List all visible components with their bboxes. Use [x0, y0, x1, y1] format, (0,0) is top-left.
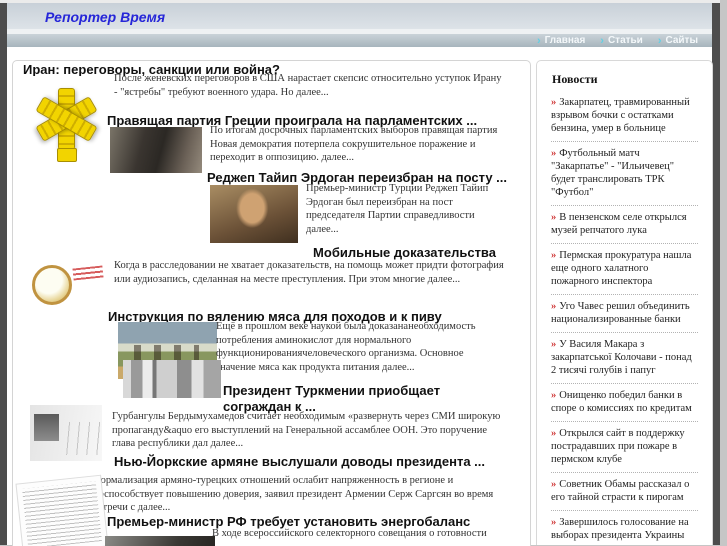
nav-item-articles[interactable]: › Статьи — [600, 34, 643, 47]
news-item-text: Футбольный матч "Закарпатье" - "Ильичеве… — [551, 148, 675, 198]
news-item[interactable]: » В пензенском селе открылся музей репчат… — [551, 206, 698, 244]
nav-item-label: Главная — [544, 34, 586, 46]
article-excerpt: Гурбангулы Бердымухамедов считает необхо… — [112, 411, 501, 449]
news-item[interactable]: » Пермская прокуратура нашла еще одного х… — [551, 244, 698, 295]
main-nav: › Главная › Статьи › Сайты — [7, 34, 712, 47]
double-arrow-icon: » — [551, 339, 557, 350]
article-excerpt: Премьер-министр Турции Реджеп Тайип Эрдо… — [306, 183, 489, 235]
news-sidebar: Новости » Закарпатец, травмированный взры… — [536, 60, 713, 545]
news-item[interactable]: » Футбольный матч "Закарпатье" - "Ильичев… — [551, 142, 698, 206]
news-item[interactable]: » Онищенко победил банки в споре о комисс… — [551, 384, 698, 422]
double-arrow-icon: » — [551, 148, 557, 159]
news-item[interactable]: » Завершилось голосование на выборах през… — [551, 511, 698, 545]
nav-item-label: Сайты — [665, 34, 699, 46]
yellow-asterisk-watch-photo[interactable] — [29, 76, 103, 162]
article-excerpt: После женевских переговоров в США нараст… — [114, 73, 502, 98]
double-arrow-icon: » — [551, 212, 557, 223]
news-item[interactable]: » Уго Чавес решил объединить национализир… — [551, 295, 698, 333]
presentation-room-photo[interactable] — [30, 405, 102, 461]
double-arrow-icon: » — [551, 428, 557, 439]
chevron-right-icon: › — [657, 34, 662, 47]
article-excerpt: Ещё в прошлом веке наукой была доказанан… — [216, 321, 476, 373]
double-arrow-icon: » — [551, 479, 557, 490]
news-item-text: Советник Обамы рассказал о его тайной ст… — [551, 479, 690, 503]
news-item[interactable]: » У Василя Макара з закарпатської Колочав… — [551, 333, 698, 384]
chevron-right-icon: › — [536, 34, 541, 47]
sidebar-title: Новости — [552, 72, 598, 86]
news-item-text: В пензенском селе открылся музей репчато… — [551, 212, 687, 236]
double-arrow-icon: » — [551, 301, 557, 312]
window-right-gutter — [720, 0, 727, 545]
article-title[interactable]: Нью-Йоркские армяне выслушали доводы пре… — [114, 454, 485, 470]
nav-item-label: Статьи — [607, 34, 643, 46]
window-left-edge — [0, 3, 7, 545]
double-arrow-icon: » — [551, 250, 557, 261]
news-item[interactable]: » Открылся сайт в поддержку пострадавших … — [551, 422, 698, 473]
turkmenistan-buildings-photo[interactable] — [123, 360, 221, 398]
news-item-text: У Василя Макара з закарпатської Колочави… — [551, 339, 692, 376]
article-excerpt: В ходе всероссийского селекторного совещ… — [212, 528, 487, 539]
article-excerpt: По итогам досрочных парламентских выборо… — [210, 125, 498, 163]
double-arrow-icon: » — [551, 97, 557, 108]
news-item[interactable]: » Закарпатец, травмированный взрывом бочк… — [551, 91, 698, 142]
article-excerpt: Нормализация армяно-турецких отношений о… — [93, 475, 494, 513]
news-item-text: Пермская прокуратура нашла еще одного ха… — [551, 250, 692, 287]
news-item-text: Уго Чавес решил объединить национализиро… — [551, 301, 690, 325]
news-item-text: Онищенко победил банки в споре о комисси… — [551, 390, 692, 414]
chevron-right-icon: › — [600, 34, 604, 47]
photo-detail — [72, 265, 104, 281]
double-arrow-icon: » — [551, 517, 557, 528]
photo-detail — [57, 148, 77, 162]
handwritten-note-photo[interactable] — [15, 474, 109, 546]
article-excerpt: Когда в расследовании не хватает доказат… — [114, 260, 504, 285]
site-logo[interactable]: Репортер Время — [45, 9, 165, 25]
double-arrow-icon: » — [551, 390, 557, 401]
news-item[interactable]: » Советник Обамы рассказал о его тайной с… — [551, 473, 698, 511]
window-right-edge — [712, 3, 720, 545]
news-item-text: Завершилось голосование на выборах прези… — [551, 517, 689, 541]
nav-item-home[interactable]: › Главная — [536, 34, 586, 47]
greece-street-photo[interactable] — [110, 127, 202, 173]
news-item-text: Закарпатец, травмированный взрывом бочки… — [551, 97, 690, 134]
erdogan-portrait-photo[interactable] — [210, 185, 298, 243]
articles-panel: Иран: переговоры, санкции или война? Пос… — [12, 60, 531, 546]
news-list: » Закарпатец, травмированный взрывом бочк… — [551, 91, 698, 545]
nav-item-sites[interactable]: › Сайты — [657, 34, 699, 47]
pocket-watch-photo[interactable] — [29, 259, 106, 309]
news-item-text: Открылся сайт в поддержку пострадавших п… — [551, 428, 685, 465]
